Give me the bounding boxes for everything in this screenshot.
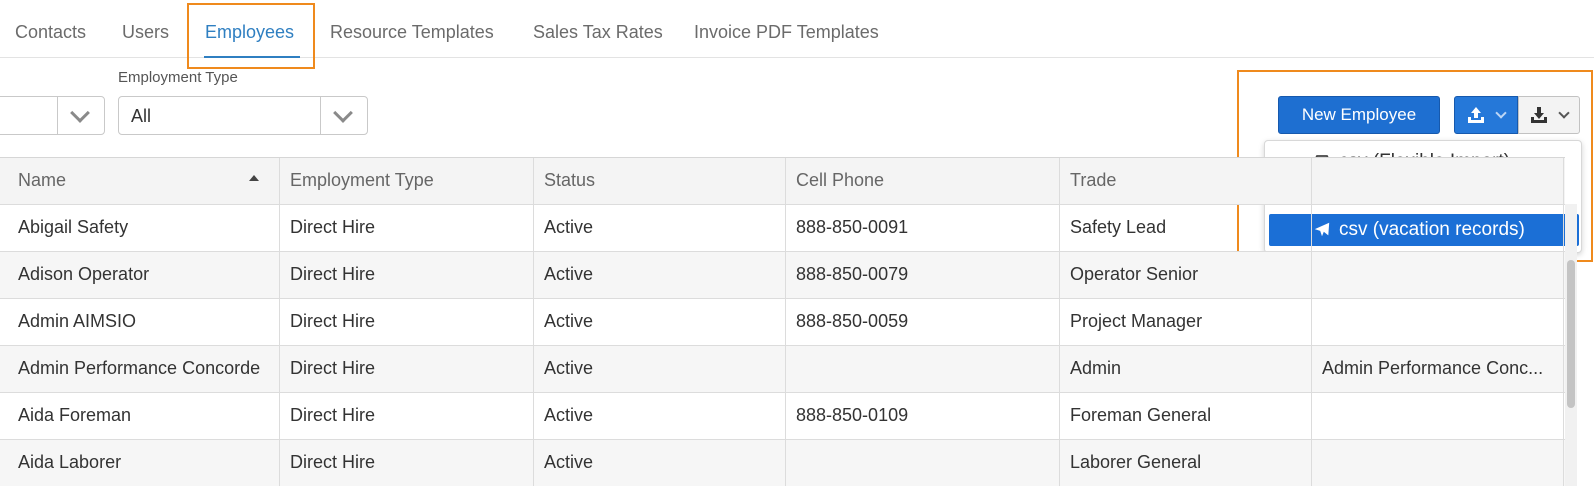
cell-status: Active	[534, 205, 786, 251]
table-header-row: Name Employment Type Status Cell Phone T…	[0, 158, 1565, 205]
first-filter-select[interactable]	[0, 96, 105, 135]
chevron-down-icon	[1495, 107, 1507, 119]
tab-bar: Contacts Users Employees Resource Templa…	[0, 0, 1594, 58]
cell-employment-type: Direct Hire	[280, 299, 534, 345]
employees-table: Name Employment Type Status Cell Phone T…	[0, 157, 1565, 486]
cell-name: Aida Foreman	[0, 393, 280, 439]
download-icon	[1531, 107, 1547, 123]
cell-status: Active	[534, 440, 786, 486]
cell-status: Active	[534, 252, 786, 298]
employment-type-toggle[interactable]	[320, 97, 367, 134]
column-header-employment-type[interactable]: Employment Type	[280, 158, 534, 204]
column-header-status[interactable]: Status	[534, 158, 786, 204]
tab-invoice-pdf-templates[interactable]: Invoice PDF Templates	[694, 22, 879, 43]
cell-employment-type: Direct Hire	[280, 346, 534, 392]
cell-name: Admin Performance Concorde	[0, 346, 280, 392]
cell-cell-phone: 888-850-0091	[786, 205, 1060, 251]
cell-extra	[1312, 299, 1564, 345]
cell-extra: Admin Performance Conc...	[1312, 346, 1564, 392]
import-button[interactable]	[1454, 96, 1518, 134]
cell-extra	[1312, 440, 1564, 486]
cell-trade: Foreman General	[1060, 393, 1312, 439]
table-row[interactable]: Adison Operator Direct Hire Active 888-8…	[0, 252, 1565, 299]
new-employee-button[interactable]: New Employee	[1278, 96, 1440, 134]
table-row[interactable]: Abigail Safety Direct Hire Active 888-85…	[0, 205, 1565, 252]
employment-type-value: All	[131, 106, 152, 126]
table-scrollbar-thumb[interactable]	[1567, 260, 1575, 408]
tab-users[interactable]: Users	[122, 22, 169, 43]
employment-type-select[interactable]: All	[118, 96, 368, 135]
tab-employees[interactable]: Employees	[205, 22, 294, 43]
chevron-down-icon	[1558, 107, 1570, 119]
cell-name: Abigail Safety	[0, 205, 280, 251]
cell-employment-type: Direct Hire	[280, 252, 534, 298]
cell-cell-phone: 888-850-0059	[786, 299, 1060, 345]
cell-status: Active	[534, 393, 786, 439]
tab-contacts[interactable]: Contacts	[15, 22, 86, 43]
active-tab-indicator	[204, 56, 300, 58]
upload-icon	[1468, 107, 1484, 123]
table-row[interactable]: Admin Performance Concorde Direct Hire A…	[0, 346, 1565, 393]
export-button[interactable]	[1518, 96, 1580, 134]
cell-name: Adison Operator	[0, 252, 280, 298]
column-header-name[interactable]: Name	[0, 158, 280, 204]
cell-name: Admin AIMSIO	[0, 299, 280, 345]
cell-cell-phone	[786, 440, 1060, 486]
cell-trade: Admin	[1060, 346, 1312, 392]
cell-employment-type: Direct Hire	[280, 393, 534, 439]
cell-trade: Project Manager	[1060, 299, 1312, 345]
cell-extra	[1312, 252, 1564, 298]
chevron-down-icon	[70, 103, 90, 123]
cell-trade: Safety Lead	[1060, 205, 1312, 251]
cell-name: Aida Laborer	[0, 440, 280, 486]
tab-resource-templates[interactable]: Resource Templates	[330, 22, 494, 43]
column-header-cell-phone[interactable]: Cell Phone	[786, 158, 1060, 204]
table-row[interactable]: Admin AIMSIO Direct Hire Active 888-850-…	[0, 299, 1565, 346]
cell-trade: Laborer General	[1060, 440, 1312, 486]
table-row[interactable]: Aida Laborer Direct Hire Active Laborer …	[0, 440, 1565, 486]
cell-employment-type: Direct Hire	[280, 440, 534, 486]
cell-extra	[1312, 393, 1564, 439]
chevron-down-icon	[333, 103, 353, 123]
cell-trade: Operator Senior	[1060, 252, 1312, 298]
column-header-extra[interactable]	[1312, 158, 1564, 204]
first-filter-toggle[interactable]	[57, 97, 104, 134]
cell-employment-type: Direct Hire	[280, 205, 534, 251]
cell-status: Active	[534, 299, 786, 345]
cell-cell-phone: 888-850-0079	[786, 252, 1060, 298]
cell-cell-phone: 888-850-0109	[786, 393, 1060, 439]
sort-ascending-icon	[249, 175, 259, 181]
cell-status: Active	[534, 346, 786, 392]
column-header-trade[interactable]: Trade	[1060, 158, 1312, 204]
table-row[interactable]: Aida Foreman Direct Hire Active 888-850-…	[0, 393, 1565, 440]
cell-cell-phone	[786, 346, 1060, 392]
employment-type-label: Employment Type	[118, 69, 238, 86]
cell-extra	[1312, 205, 1564, 251]
tab-sales-tax-rates[interactable]: Sales Tax Rates	[533, 22, 663, 43]
